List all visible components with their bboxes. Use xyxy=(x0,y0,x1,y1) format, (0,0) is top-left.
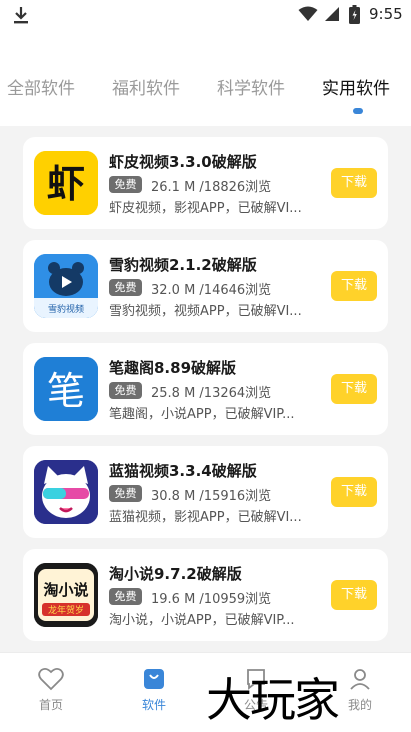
user-icon xyxy=(350,669,370,690)
tab-science-software[interactable]: 科学软件 xyxy=(217,74,285,99)
app-description: 虾皮视频，影视APP，已破解VI... xyxy=(109,201,302,216)
nav-home[interactable]: 首页 xyxy=(21,667,81,713)
download-button[interactable]: 下载 xyxy=(331,374,377,404)
app-size-views: 30.8 M /15916浏览 xyxy=(151,489,272,504)
free-badge: 免费 xyxy=(109,279,142,296)
notice-icon xyxy=(247,669,265,690)
app-icon-biquge: 笔 xyxy=(34,357,98,421)
app-size-views: 26.1 M /18826浏览 xyxy=(151,180,272,195)
wifi-icon xyxy=(298,6,318,21)
app-title: 淘小说9.7.2破解版 xyxy=(109,565,242,583)
nav-mine[interactable]: 我的 xyxy=(330,667,390,713)
app-title: 笔趣阁8.89破解版 xyxy=(109,359,237,377)
app-title: 蓝猫视频3.3.4破解版 xyxy=(109,462,257,480)
app-size-views: 25.8 M /13264浏览 xyxy=(151,386,272,401)
svg-text:笔: 笔 xyxy=(47,369,85,413)
free-badge: 免费 xyxy=(109,176,142,193)
app-size-views: 32.0 M /14646浏览 xyxy=(151,283,272,298)
download-button[interactable]: 下载 xyxy=(331,271,377,301)
book-logo-icon: 笔 xyxy=(34,357,98,421)
nav-software[interactable]: 软件 xyxy=(124,667,184,713)
app-size-views: 19.6 M /10959浏览 xyxy=(151,592,272,607)
svg-text:龙年贺岁: 龙年贺岁 xyxy=(48,604,84,616)
app-card[interactable]: 笔 笔趣阁8.89破解版 免费 25.8 M /13264浏览 笔趣阁，小说AP… xyxy=(23,343,388,435)
shrimp-logo-icon: 虾 xyxy=(34,151,98,215)
novel-logo-icon: 淘小说 龙年贺岁 xyxy=(34,563,98,627)
tab-utility-software[interactable]: 实用软件 xyxy=(322,74,390,99)
status-bar: 9:55 xyxy=(0,0,411,30)
free-badge: 免费 xyxy=(109,588,142,605)
leopard-logo-icon: 雪豹视频 xyxy=(34,254,98,318)
download-button[interactable]: 下载 xyxy=(331,580,377,610)
tab-all-software[interactable]: 全部软件 xyxy=(7,74,75,99)
app-list: 虾 虾皮视频3.3.0破解版 免费 26.1 M /18826浏览 虾皮视频，影… xyxy=(0,126,411,652)
app-card[interactable]: 虾 虾皮视频3.3.0破解版 免费 26.1 M /18826浏览 虾皮视频，影… xyxy=(23,137,388,229)
app-icon-xiapi: 虾 xyxy=(34,151,98,215)
app-title: 虾皮视频3.3.0破解版 xyxy=(109,153,257,171)
app-icon-xuebao: 雪豹视频 xyxy=(34,254,98,318)
app-description: 淘小说，小说APP，已破解VIP... xyxy=(109,613,295,628)
category-tabs: 全部软件 福利软件 科学软件 实用软件 xyxy=(0,30,411,126)
free-badge: 免费 xyxy=(109,485,142,502)
battery-icon xyxy=(349,5,360,24)
app-description: 蓝猫视频，影视APP，已破解VI... xyxy=(109,510,302,525)
app-icon-taoxiaoshuo: 淘小说 龙年贺岁 xyxy=(34,563,98,627)
app-description: 笔趣阁，小说APP，已破解VIP... xyxy=(109,407,295,422)
download-button[interactable]: 下载 xyxy=(331,477,377,507)
nav-software-label: 软件 xyxy=(141,698,166,712)
signal-icon xyxy=(325,7,339,21)
app-title: 雪豹视频2.1.2破解版 xyxy=(109,256,257,274)
nav-mine-label: 我的 xyxy=(347,698,372,712)
app-description: 雪豹视频，视频APP，已破解VI... xyxy=(109,304,302,319)
nav-notice[interactable]: 公告 xyxy=(226,667,286,713)
heart-icon xyxy=(38,667,64,691)
free-badge: 免费 xyxy=(109,382,142,399)
nav-notice-label: 公告 xyxy=(243,698,268,712)
app-icon-lanmao xyxy=(34,460,98,524)
svg-text:淘小说: 淘小说 xyxy=(42,581,88,599)
svg-text:雪豹视频: 雪豹视频 xyxy=(48,303,84,315)
app-card[interactable]: 淘小说 龙年贺岁 淘小说9.7.2破解版 免费 19.6 M /10959浏览 … xyxy=(23,549,388,641)
active-tab-indicator xyxy=(353,108,363,114)
download-button[interactable]: 下载 xyxy=(331,168,377,198)
tab-welfare-software[interactable]: 福利软件 xyxy=(112,74,180,99)
bag-icon xyxy=(144,669,164,689)
app-card[interactable]: 雪豹视频 雪豹视频2.1.2破解版 免费 32.0 M /14646浏览 雪豹视… xyxy=(23,240,388,332)
cat-logo-icon xyxy=(34,460,98,524)
status-time: 9:55 xyxy=(369,5,403,23)
nav-home-label: 首页 xyxy=(38,698,63,712)
svg-text:虾: 虾 xyxy=(47,162,85,206)
app-card[interactable]: 蓝猫视频3.3.4破解版 免费 30.8 M /15916浏览 蓝猫视频，影视A… xyxy=(23,446,388,538)
download-notification-icon xyxy=(14,7,28,24)
bottom-nav: 首页 软件 公告 我的 xyxy=(0,652,411,732)
